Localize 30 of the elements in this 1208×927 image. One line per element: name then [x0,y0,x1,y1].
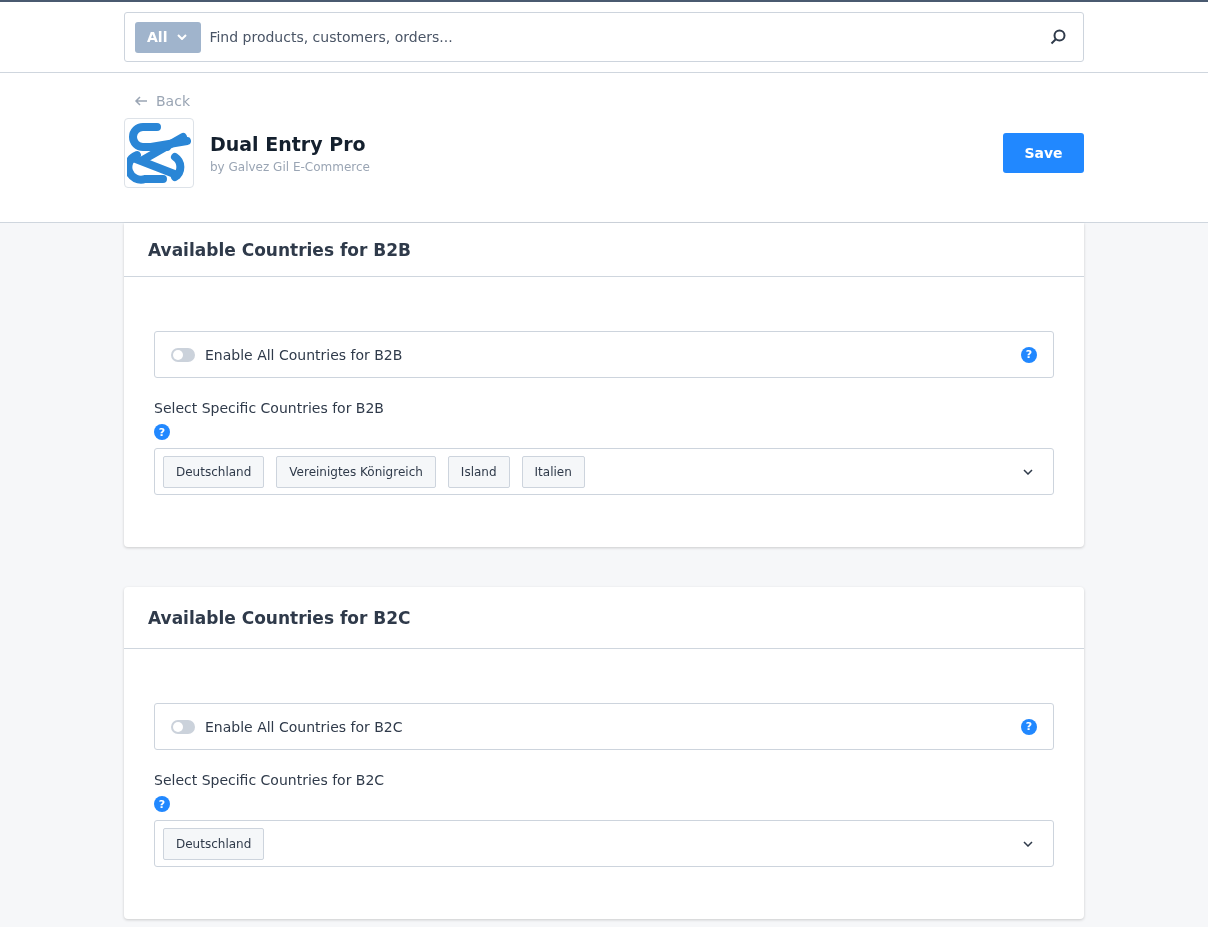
country-tag[interactable]: Deutschland [163,455,265,488]
help-icon[interactable]: ? [1021,346,1037,363]
help-icon[interactable]: ? [154,424,170,440]
field-label: Select Specific Countries for B2B [154,400,385,416]
vendor-name: by Galvez Gil E-Commerce [210,159,371,174]
country-tag[interactable]: Vereinigtes Königreich [276,455,436,488]
toggle-label: Enable All Countries for B2C [205,718,404,735]
country-tag[interactable]: Deutschland [163,827,265,860]
save-button[interactable]: Save [1003,133,1084,173]
arrow-left-icon [134,96,148,106]
chevron-down-icon [1023,468,1033,475]
field-label: Select Specific Countries for B2C [154,772,386,788]
toggle-switch[interactable] [171,347,195,362]
country-tag[interactable]: Island [447,455,510,488]
card-title: Available Countries for B2B [124,223,1084,277]
toggle-switch[interactable] [171,719,195,734]
search-icon [1049,28,1067,46]
app-name: Dual Entry Pro [210,132,367,155]
help-icon[interactable]: ? [1021,718,1037,735]
toggle-label: Enable All Countries for B2B [205,346,404,363]
chevron-down-icon [1023,840,1033,847]
country-select[interactable]: Deutschland [154,820,1054,867]
country-select[interactable]: Deutschland Vereinigtes Königreich Island Italien [154,448,1054,495]
chevron-down-icon [177,34,188,40]
back-link[interactable]: Back [134,92,190,110]
card-title: Available Countries for B2C [124,587,1084,649]
search-field[interactable]: All Find products, customers, orders... [124,12,1084,62]
country-tag[interactable]: Italien [521,455,585,488]
help-icon[interactable]: ? [154,796,170,812]
scope-dropdown[interactable]: All [135,21,202,53]
